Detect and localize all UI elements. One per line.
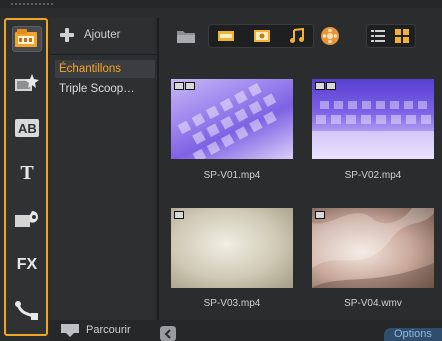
folder-item-triple-scoop[interactable]: Triple Scoop… — [55, 80, 155, 98]
instant-project-button[interactable] — [12, 70, 42, 96]
ab-transition-icon: AB — [15, 119, 39, 137]
tiles-pattern — [312, 101, 434, 159]
browse-button[interactable]: Parcourir — [60, 323, 131, 337]
thumbnail-label: SP-V03.mp4 — [203, 298, 261, 309]
video-badge-icon — [174, 211, 184, 219]
thumbnail-label: SP-V04.wmv — [344, 298, 402, 309]
plus-icon — [60, 28, 74, 42]
thumbnail-label: SP-V01.mp4 — [203, 170, 261, 181]
folder-separator — [50, 54, 157, 55]
reel-icon[interactable] — [320, 26, 340, 46]
thumbnail-sp-v04[interactable] — [312, 208, 434, 288]
photo-filter-button[interactable] — [250, 27, 274, 45]
thumbnail-sp-v03[interactable] — [171, 208, 293, 288]
scroll-left-button[interactable] — [160, 326, 176, 341]
fabric-pattern — [312, 208, 434, 288]
folder-icon[interactable] — [176, 28, 196, 44]
video-badge-icon — [315, 211, 325, 219]
video-badge-icon — [174, 82, 195, 90]
thumbnail-sp-v01[interactable] — [171, 79, 293, 159]
audio-filter-icon — [290, 28, 304, 43]
options-button[interactable]: Options — [384, 328, 442, 341]
folder-item-echantillons[interactable]: Échantillons — [55, 60, 155, 78]
motion-path-button[interactable] — [12, 298, 42, 324]
svg-text:AB: AB — [18, 121, 37, 136]
panel-divider[interactable] — [157, 18, 159, 341]
add-folder-label: Ajouter — [84, 29, 121, 41]
chevron-left-icon — [164, 328, 171, 339]
list-view-icon[interactable] — [370, 28, 386, 44]
tiles-pattern — [177, 83, 277, 159]
video-filter-icon — [218, 31, 234, 41]
browse-icon — [61, 324, 79, 337]
media-library-window: AB T FX Ajouter Échantillons Triple Scoo… — [0, 0, 442, 341]
media-icon — [15, 29, 37, 47]
path-icon — [15, 301, 38, 320]
thumbnail-sp-v02[interactable] — [312, 79, 434, 159]
instant-project-icon — [15, 74, 39, 91]
graphics-button[interactable] — [12, 206, 42, 232]
panel-grip[interactable] — [0, 0, 442, 8]
video-filter-button[interactable] — [214, 27, 238, 45]
filters-button[interactable]: FX — [12, 252, 42, 278]
thumbnail-label: SP-V02.mp4 — [344, 170, 402, 181]
fx-icon: FX — [16, 256, 38, 273]
audio-filter-button[interactable] — [285, 27, 309, 45]
title-button[interactable]: T — [12, 160, 42, 186]
graphics-icon — [15, 211, 38, 227]
media-tool-button[interactable] — [12, 26, 42, 52]
title-ab-button[interactable]: AB — [12, 115, 42, 141]
grid-view-icon[interactable] — [394, 28, 410, 44]
library-toolbar: AB T FX — [4, 18, 48, 336]
add-folder-button[interactable]: Ajouter — [60, 26, 120, 44]
photo-filter-icon — [254, 30, 270, 42]
video-badge-icon — [315, 82, 336, 90]
title-icon: T — [20, 161, 34, 184]
browse-label: Parcourir — [86, 324, 131, 336]
